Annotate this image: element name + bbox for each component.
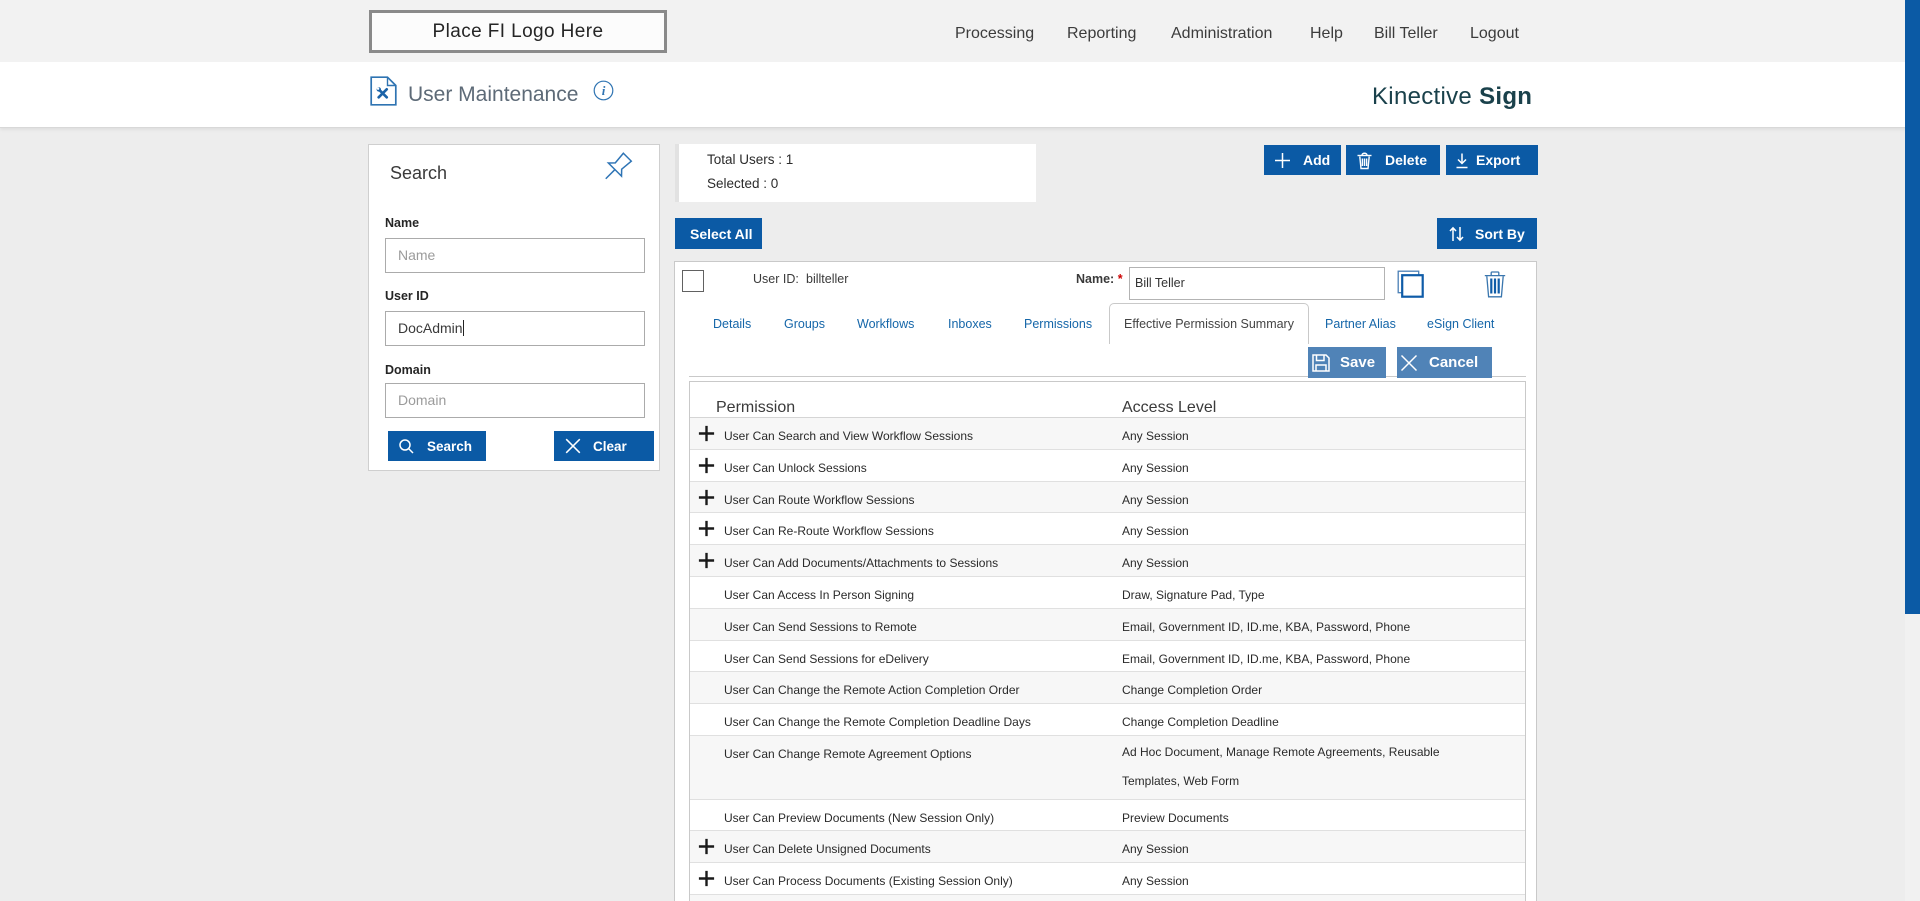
svg-text:i: i (602, 83, 606, 98)
